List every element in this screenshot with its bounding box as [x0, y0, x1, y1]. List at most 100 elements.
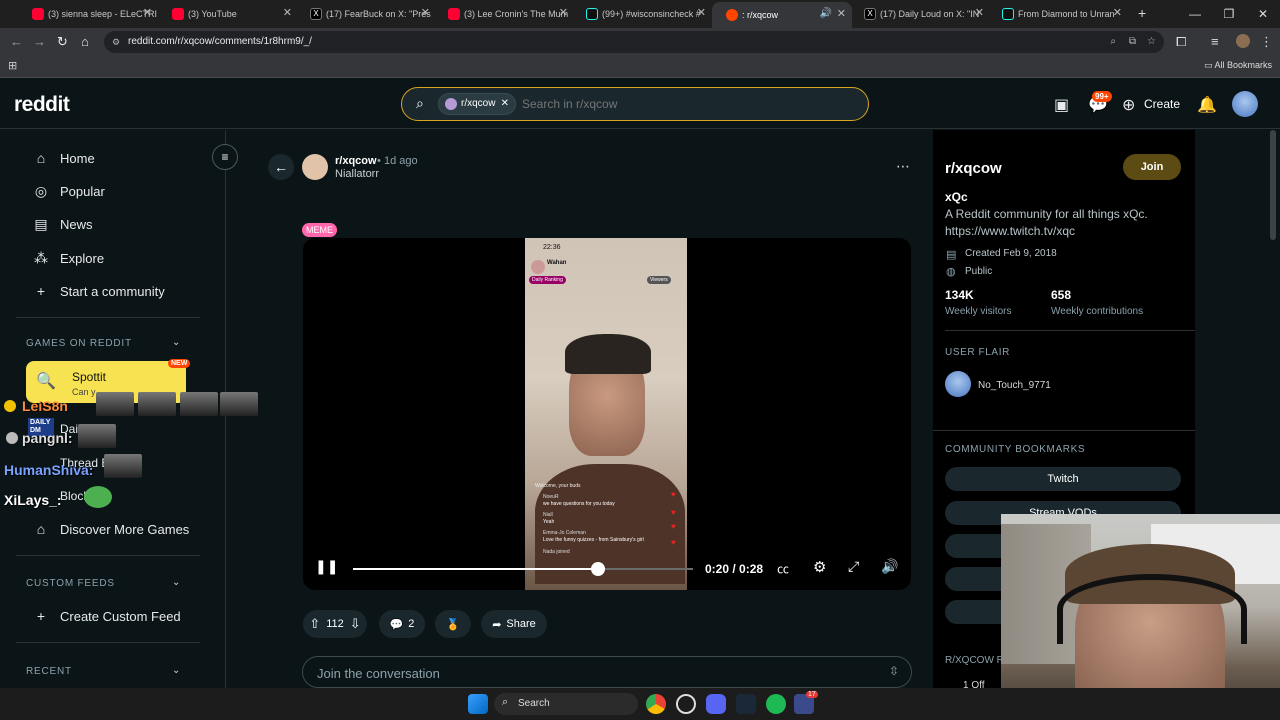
progress-knob[interactable]	[590, 562, 605, 576]
nav-item-explore[interactable]: ⁂ Explore	[32, 250, 104, 267]
user-avatar[interactable]	[1232, 91, 1258, 117]
close-icon[interactable]: ✕	[837, 7, 846, 20]
browser-tab-active[interactable]: : r/xqcow 🔊 ✕	[712, 2, 852, 28]
post-flair[interactable]: MEME	[302, 223, 337, 237]
browser-tab[interactable]: X (17) Daily Loud on X: "IN ✕	[850, 4, 990, 24]
nav-item-create-feed[interactable]: + Create Custom Feed	[32, 608, 181, 624]
chip-close-icon[interactable]: ✕	[501, 94, 509, 114]
back-button[interactable]: ←	[268, 154, 294, 180]
comment-box[interactable]: Join the conversation ⇳	[302, 656, 912, 688]
taskbar-search[interactable]: ⌕ Search	[494, 693, 638, 715]
post-subreddit[interactable]: r/xqcow	[335, 155, 377, 167]
fullscreen-icon[interactable]: ⤢	[848, 558, 859, 575]
nav-item-discover-games[interactable]: ⌂ Discover More Games	[32, 521, 190, 537]
minimize-icon[interactable]: —	[1178, 0, 1212, 28]
all-bookmarks[interactable]: ▭ All Bookmarks	[1204, 60, 1272, 71]
games-heading[interactable]: GAMES ON REDDIT	[26, 338, 132, 349]
created-date: Created Feb 9, 2018	[965, 248, 1057, 259]
spotify-icon[interactable]	[766, 694, 786, 714]
browser-menu-icon[interactable]: ⋮	[1260, 34, 1273, 50]
subreddit-search-chip[interactable]: r/xqcow ✕	[438, 93, 516, 115]
close-icon[interactable]: ✕	[421, 6, 430, 19]
join-button[interactable]: Join	[1123, 154, 1181, 180]
discord-icon[interactable]	[706, 694, 726, 714]
subreddit-avatar[interactable]	[302, 154, 328, 180]
extensions-icon[interactable]: ⧠	[1176, 34, 1186, 50]
post-author[interactable]: Niallatorr	[335, 168, 379, 180]
new-tab-icon[interactable]: +	[1138, 5, 1146, 21]
create-button[interactable]: Create	[1144, 97, 1180, 111]
resize-icon[interactable]: ⇳	[889, 664, 899, 678]
close-icon[interactable]: ✕	[143, 6, 152, 19]
browser-tab[interactable]: (3) YouTube ✕	[158, 4, 298, 24]
clock-app-icon[interactable]	[676, 694, 696, 714]
create-icon[interactable]: ⊕	[1122, 95, 1135, 115]
volume-icon[interactable]: 🔊	[881, 558, 898, 575]
chevron-down-icon[interactable]: ⌄	[172, 337, 180, 348]
page-scrollbar[interactable]	[1270, 130, 1276, 240]
browser-tab[interactable]: X (17) FearBuck on X: "Pres ✕	[296, 4, 436, 24]
close-icon[interactable]: ✕	[1113, 6, 1122, 19]
browser-tab[interactable]: (99+) #wisconsincheck # ✕	[572, 4, 712, 24]
close-icon[interactable]: ✕	[697, 6, 706, 19]
settings-gear-icon[interactable]: ⚙	[813, 558, 826, 576]
plus-icon: +	[36, 283, 46, 299]
restore-icon[interactable]: ❐	[1212, 0, 1246, 28]
site-info-icon[interactable]: ⚙	[112, 31, 120, 53]
progress-fill	[353, 568, 598, 570]
windows-start-icon[interactable]	[468, 694, 488, 714]
more-options-icon[interactable]: ⋯	[896, 158, 910, 175]
advertise-icon[interactable]: ▣	[1054, 95, 1069, 115]
nav-item-start-community[interactable]: + Start a community	[32, 283, 165, 299]
video-player[interactable]: 22:36 Wahan Daily Ranking Viewers Welcom…	[303, 238, 911, 590]
browser-tab[interactable]: (3) Lee Cronin's The Mum ✕	[434, 4, 574, 24]
pause-icon[interactable]: ❚❚	[315, 558, 338, 575]
custom-feeds-heading[interactable]: CUSTOM FEEDS	[26, 578, 115, 589]
browser-tab[interactable]: (3) sienna sleep - ELeCTRI ✕	[18, 4, 158, 24]
close-icon[interactable]: ✕	[283, 6, 292, 19]
profile-avatar[interactable]	[1236, 34, 1250, 48]
close-icon[interactable]: ✕	[975, 6, 984, 19]
search-bar[interactable]: ⌕ r/xqcow ✕	[401, 87, 869, 121]
apps-icon[interactable]: ⊞	[8, 59, 17, 72]
captions-icon[interactable]: ㏄	[777, 560, 789, 577]
nav-item-news[interactable]: ▤ News	[32, 216, 92, 233]
search-input[interactable]	[522, 94, 852, 114]
steam-icon[interactable]	[736, 694, 756, 714]
nav-item-popular[interactable]: ◎ Popular	[32, 183, 105, 200]
award-button[interactable]: 🏅	[435, 610, 471, 638]
chrome-icon[interactable]	[646, 694, 666, 714]
home-icon[interactable]: ⌂	[81, 34, 89, 49]
chevron-down-icon[interactable]: ⌄	[172, 665, 180, 676]
nav-item-home[interactable]: ⌂ Home	[32, 150, 95, 166]
bookmark-twitch[interactable]: Twitch	[945, 467, 1181, 491]
bell-icon[interactable]: 🔔	[1197, 95, 1217, 115]
reddit-logo[interactable]: reddit	[14, 93, 70, 117]
share-label: Share	[506, 618, 536, 630]
bookmark-star-icon[interactable]: ☆	[1147, 31, 1156, 53]
forward-icon[interactable]: →	[33, 34, 46, 49]
reload-icon[interactable]: ↻	[57, 34, 68, 50]
close-icon[interactable]: ✕	[559, 6, 568, 19]
speaker-icon[interactable]: 🔊	[820, 8, 832, 19]
downvote-icon[interactable]: ⇩	[350, 616, 361, 632]
collapse-nav-button[interactable]: ≡	[212, 144, 238, 170]
chat-username: XiLays_:	[4, 492, 62, 508]
progress-track[interactable]	[353, 562, 693, 576]
address-bar[interactable]: ⚙ reddit.com/r/xqcow/comments/1r8hrm9/_/…	[104, 31, 1164, 53]
user-flair-name[interactable]: No_Touch_9771	[978, 380, 1051, 391]
share-icon: ➦	[492, 618, 502, 631]
upvote-icon[interactable]: ⇧	[309, 616, 320, 632]
close-window-icon[interactable]: ✕	[1246, 0, 1280, 28]
back-icon[interactable]: ←	[10, 34, 23, 49]
cast-icon[interactable]: ⧉	[1129, 31, 1136, 53]
browser-tab[interactable]: From Diamond to Unran ✕	[988, 4, 1128, 24]
media-icon[interactable]: ≡	[1211, 34, 1219, 49]
comments-button[interactable]: 💬 2	[379, 610, 425, 638]
recent-heading[interactable]: RECENT	[26, 666, 72, 677]
community-title[interactable]: r/xqcow	[945, 160, 1002, 177]
chevron-down-icon[interactable]: ⌄	[172, 577, 180, 588]
divider	[945, 330, 1195, 331]
zoom-icon[interactable]: ⌕	[1110, 31, 1116, 53]
share-button[interactable]: ➦ Share	[481, 610, 547, 638]
